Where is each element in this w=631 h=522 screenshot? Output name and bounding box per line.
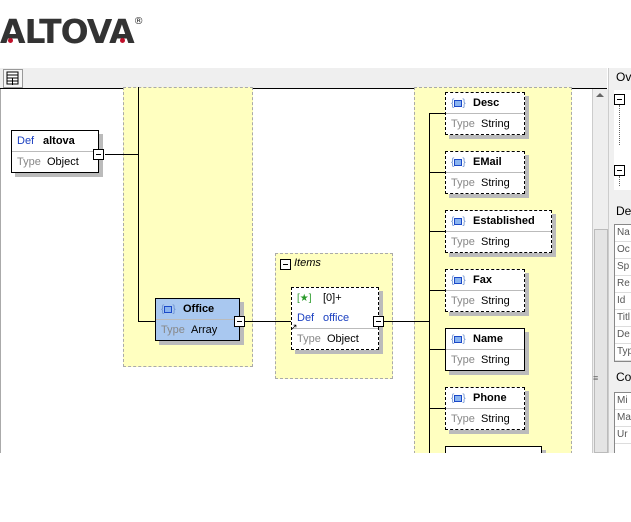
details-row[interactable]: Titl — [615, 310, 631, 327]
collapse-items-toggle[interactable] — [280, 259, 291, 270]
occurrence-value: [0]+ — [323, 292, 342, 304]
type-label: Type — [451, 118, 475, 130]
node-name: Desc — [473, 97, 500, 109]
constraints-row[interactable]: Ma — [615, 410, 631, 427]
scrollbar-thumb[interactable] — [594, 229, 608, 453]
property-node-phone[interactable]: {} Phone Type String — [445, 387, 525, 430]
details-row[interactable]: De — [615, 327, 631, 344]
details-row[interactable]: Na — [615, 225, 631, 242]
type-value: String — [481, 413, 510, 425]
details-row[interactable]: Re — [615, 276, 631, 293]
logo-dot — [120, 38, 125, 43]
constraints-row[interactable]: Ur — [615, 427, 631, 444]
reference-arrow-icon: ↗ — [290, 322, 298, 332]
property-node-established[interactable]: {} Established Type String — [445, 210, 552, 253]
details-panel-title: Det — [616, 204, 631, 218]
details-table: Na Oc Sp Re Id Titl De Typ — [614, 224, 631, 362]
registered-mark: ® — [133, 16, 144, 27]
property-node-fax[interactable]: {} Fax Type String — [445, 269, 525, 312]
overview-tree[interactable] — [614, 90, 631, 190]
type-value: Array — [191, 324, 218, 336]
node-name: Phone — [473, 392, 507, 404]
def-label: Def — [297, 312, 315, 324]
type-value: Object — [327, 333, 359, 345]
right-side-panel: Ov Det Na Oc Sp Re Id Titl De Typ Co Mi … — [608, 68, 631, 453]
type-label: Type — [451, 354, 475, 366]
node-name: Name — [473, 333, 503, 345]
splitter-grip-icon[interactable]: ≡ — [593, 373, 598, 383]
constraints-panel-title: Co — [616, 370, 631, 384]
type-label: Type — [297, 333, 321, 345]
overview-collapse-toggle[interactable] — [614, 165, 625, 176]
type-value: String — [481, 177, 510, 189]
schema-diagram-canvas[interactable]: Def altova Type Object {} Office Type Array … — [0, 87, 593, 453]
diagram-toolbar-icon — [6, 71, 19, 85]
logo-text: ALTOVA — [0, 12, 135, 51]
diagram-toolbar — [0, 68, 607, 89]
type-label: Type — [17, 156, 41, 168]
type-value: String — [481, 354, 510, 366]
node-name: office — [323, 312, 350, 324]
property-icon: {} — [161, 304, 176, 315]
items-label: Items — [294, 257, 321, 269]
details-row[interactable]: Sp — [615, 259, 631, 276]
vertical-scrollbar[interactable] — [592, 89, 608, 453]
overview-collapse-toggle[interactable] — [614, 94, 625, 105]
type-label: Type — [451, 413, 475, 425]
details-row[interactable]: Oc — [615, 242, 631, 259]
node-name: Office — [183, 303, 215, 315]
property-node-name[interactable]: {} Name Type String — [445, 328, 525, 371]
constraints-table: Mi Ma Ur — [614, 392, 631, 453]
diagram-toolbar-button[interactable] — [3, 69, 23, 88]
items-definition-node[interactable]: [★] [0]+ Def office Type Object — [291, 287, 379, 350]
node-name: Established — [473, 215, 535, 227]
type-value: String — [481, 295, 510, 307]
property-icon: {} — [451, 157, 466, 168]
occurrence-icon: [★] — [297, 293, 312, 304]
collapse-items-node-toggle[interactable] — [373, 316, 384, 327]
node-name: Fax — [473, 274, 492, 286]
collapse-root-toggle[interactable] — [93, 149, 104, 160]
logo-dot — [8, 38, 13, 43]
node-name: EMail — [473, 156, 502, 168]
property-icon: {} — [451, 98, 466, 109]
property-node-desc[interactable]: {} Desc Type String — [445, 92, 525, 135]
details-row[interactable]: Typ — [615, 344, 631, 361]
property-icon: {} — [451, 393, 466, 404]
type-value: String — [481, 236, 510, 248]
scroll-up-arrow-icon[interactable] — [596, 93, 604, 97]
property-icon: {} — [451, 275, 466, 286]
type-value: String — [481, 118, 510, 130]
node-name: altova — [43, 135, 75, 147]
collapse-office-toggle[interactable] — [234, 316, 245, 327]
property-node-partial[interactable] — [445, 446, 542, 453]
schema-editor: Def altova Type Object {} Office Type Array … — [0, 68, 631, 453]
property-icon: {} — [451, 334, 466, 345]
type-label: Type — [451, 177, 475, 189]
type-label: Type — [161, 324, 185, 336]
office-array-node[interactable]: {} Office Type Array — [155, 298, 240, 341]
property-node-email[interactable]: {} EMail Type String — [445, 151, 525, 194]
type-label: Type — [451, 236, 475, 248]
details-row[interactable]: Id — [615, 293, 631, 310]
overview-panel-title: Ov — [616, 70, 631, 84]
property-icon: {} — [451, 216, 466, 227]
constraints-row[interactable]: Mi — [615, 393, 631, 410]
def-label: Def — [17, 135, 35, 147]
altova-logo: ALTOVA® — [0, 12, 144, 51]
type-value: Object — [47, 156, 79, 168]
type-label: Type — [451, 295, 475, 307]
root-definition-node[interactable]: Def altova Type Object — [11, 130, 99, 173]
